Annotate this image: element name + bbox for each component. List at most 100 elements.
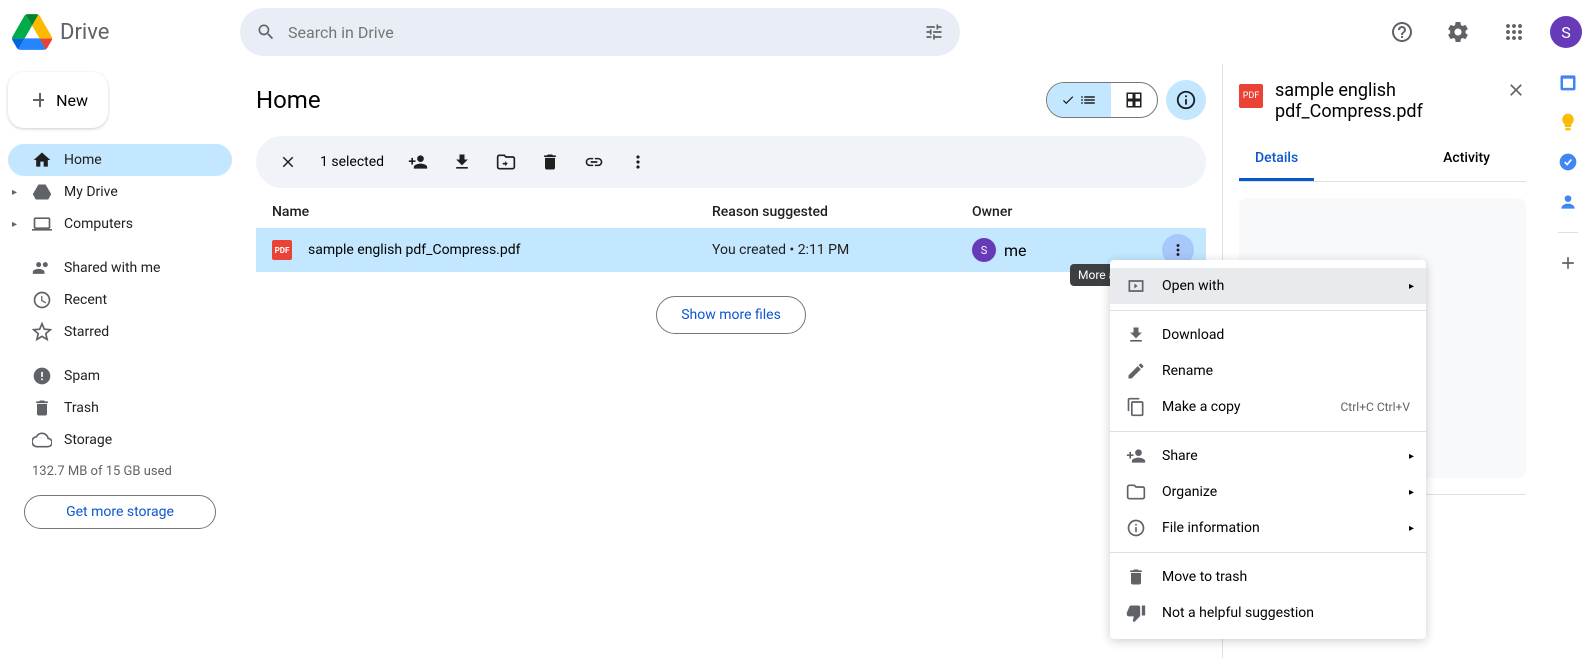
- sidebar-item-spam[interactable]: Spam: [8, 360, 232, 392]
- menu-divider: [1110, 552, 1426, 553]
- grid-view-button[interactable]: [1111, 83, 1157, 117]
- sidebar-item-storage[interactable]: Storage: [8, 424, 232, 456]
- expand-icon[interactable]: ▸: [12, 187, 17, 198]
- apps-button[interactable]: [1494, 12, 1534, 52]
- tasks-app-icon[interactable]: [1558, 152, 1578, 172]
- drive-icon: [32, 182, 52, 202]
- column-reason[interactable]: Reason suggested: [712, 204, 972, 220]
- menu-item-label: Make a copy: [1162, 399, 1241, 415]
- column-owner[interactable]: Owner: [972, 204, 1190, 220]
- menu-make-copy[interactable]: Make a copy Ctrl+C Ctrl+V: [1110, 389, 1426, 425]
- menu-item-label: Rename: [1162, 363, 1213, 379]
- menu-shortcut: Ctrl+C Ctrl+V: [1341, 400, 1411, 414]
- contacts-app-icon[interactable]: [1558, 192, 1578, 212]
- people-icon: [32, 258, 52, 278]
- menu-item-label: Organize: [1162, 484, 1217, 500]
- storage-usage-text: 132.7 MB of 15 GB used: [8, 456, 232, 487]
- computer-icon: [32, 214, 52, 234]
- sidebar-item-shared[interactable]: Shared with me: [8, 252, 232, 284]
- show-more-button[interactable]: Show more files: [656, 296, 806, 334]
- menu-divider: [1110, 310, 1426, 311]
- settings-button[interactable]: [1438, 12, 1478, 52]
- menu-organize[interactable]: Organize ▸: [1110, 474, 1426, 510]
- home-icon: [32, 150, 52, 170]
- menu-item-label: File information: [1162, 520, 1260, 536]
- sidebar-item-starred[interactable]: Starred: [8, 316, 232, 348]
- menu-share[interactable]: Share ▸: [1110, 438, 1426, 474]
- thumb-down-icon: [1126, 603, 1146, 623]
- share-button[interactable]: [400, 144, 436, 180]
- sidebar: New Home ▸ My Drive ▸ Computers Shared w…: [0, 64, 240, 658]
- menu-open-with[interactable]: Open with ▸: [1110, 268, 1426, 304]
- sidebar-item-label: Storage: [64, 432, 112, 448]
- search-bar[interactable]: [240, 8, 960, 56]
- column-name[interactable]: Name: [272, 204, 712, 220]
- calendar-app-icon[interactable]: [1558, 72, 1578, 92]
- menu-move-trash[interactable]: Move to trash: [1110, 559, 1426, 595]
- sidebar-item-trash[interactable]: Trash: [8, 392, 232, 424]
- new-button[interactable]: New: [8, 72, 108, 128]
- person-add-icon: [1126, 446, 1146, 466]
- sidebar-item-label: Shared with me: [64, 260, 160, 276]
- edit-icon: [1126, 361, 1146, 381]
- page-title: Home: [256, 86, 321, 114]
- delete-icon: [540, 152, 560, 172]
- search-input[interactable]: [288, 23, 912, 42]
- check-icon: [1061, 93, 1075, 107]
- more-button[interactable]: [620, 144, 656, 180]
- owner-avatar: S: [972, 238, 996, 262]
- selection-count: 1 selected: [320, 154, 384, 170]
- cloud-icon: [32, 430, 52, 450]
- new-button-label: New: [56, 91, 88, 110]
- link-button[interactable]: [576, 144, 612, 180]
- list-view-button[interactable]: [1047, 83, 1111, 117]
- menu-item-label: Open with: [1162, 278, 1224, 294]
- download-icon: [1126, 325, 1146, 345]
- menu-item-label: Not a helpful suggestion: [1162, 605, 1314, 621]
- clear-selection-button[interactable]: [272, 146, 304, 178]
- list-icon: [1079, 91, 1097, 109]
- keep-app-icon[interactable]: [1558, 112, 1578, 132]
- pdf-icon: PDF: [272, 240, 292, 260]
- copy-icon: [1126, 397, 1146, 417]
- clock-icon: [32, 290, 52, 310]
- app-name: Drive: [60, 20, 109, 45]
- expand-icon[interactable]: ▸: [12, 219, 17, 230]
- table-header: Name Reason suggested Owner: [256, 196, 1206, 228]
- add-app-icon[interactable]: [1558, 253, 1578, 273]
- spam-icon: [32, 366, 52, 386]
- owner-name: me: [1004, 241, 1027, 260]
- menu-download[interactable]: Download: [1110, 317, 1426, 353]
- info-icon: [1175, 89, 1197, 111]
- move-button[interactable]: [488, 144, 524, 180]
- table-row[interactable]: PDF sample english pdf_Compress.pdf You …: [256, 228, 1206, 272]
- close-icon: [279, 153, 297, 171]
- account-avatar[interactable]: S: [1550, 16, 1582, 48]
- search-options-icon[interactable]: [924, 22, 944, 42]
- sidebar-item-home[interactable]: Home: [8, 144, 232, 176]
- reason-text: You created • 2:11 PM: [712, 242, 972, 258]
- sidebar-item-my-drive[interactable]: ▸ My Drive: [8, 176, 232, 208]
- delete-button[interactable]: [532, 144, 568, 180]
- tab-details[interactable]: Details: [1239, 138, 1314, 181]
- menu-item-label: Move to trash: [1162, 569, 1247, 585]
- star-icon: [32, 322, 52, 342]
- info-button[interactable]: [1166, 80, 1206, 120]
- menu-not-helpful[interactable]: Not a helpful suggestion: [1110, 595, 1426, 631]
- sidebar-item-label: Home: [64, 152, 102, 168]
- sidebar-item-label: Starred: [64, 324, 109, 340]
- plus-icon: [28, 88, 44, 112]
- download-button[interactable]: [444, 144, 480, 180]
- close-details-button[interactable]: [1506, 80, 1526, 100]
- drive-logo-icon: [12, 12, 52, 52]
- menu-rename[interactable]: Rename: [1110, 353, 1426, 389]
- sidebar-item-computers[interactable]: ▸ Computers: [8, 208, 232, 240]
- support-button[interactable]: [1382, 12, 1422, 52]
- menu-file-info[interactable]: File information ▸: [1110, 510, 1426, 546]
- sidebar-item-recent[interactable]: Recent: [8, 284, 232, 316]
- drive-logo[interactable]: Drive: [12, 12, 232, 52]
- tab-activity[interactable]: Activity: [1427, 138, 1506, 181]
- menu-divider: [1110, 431, 1426, 432]
- main-panel: Home: [240, 64, 1222, 658]
- get-storage-button[interactable]: Get more storage: [24, 495, 216, 529]
